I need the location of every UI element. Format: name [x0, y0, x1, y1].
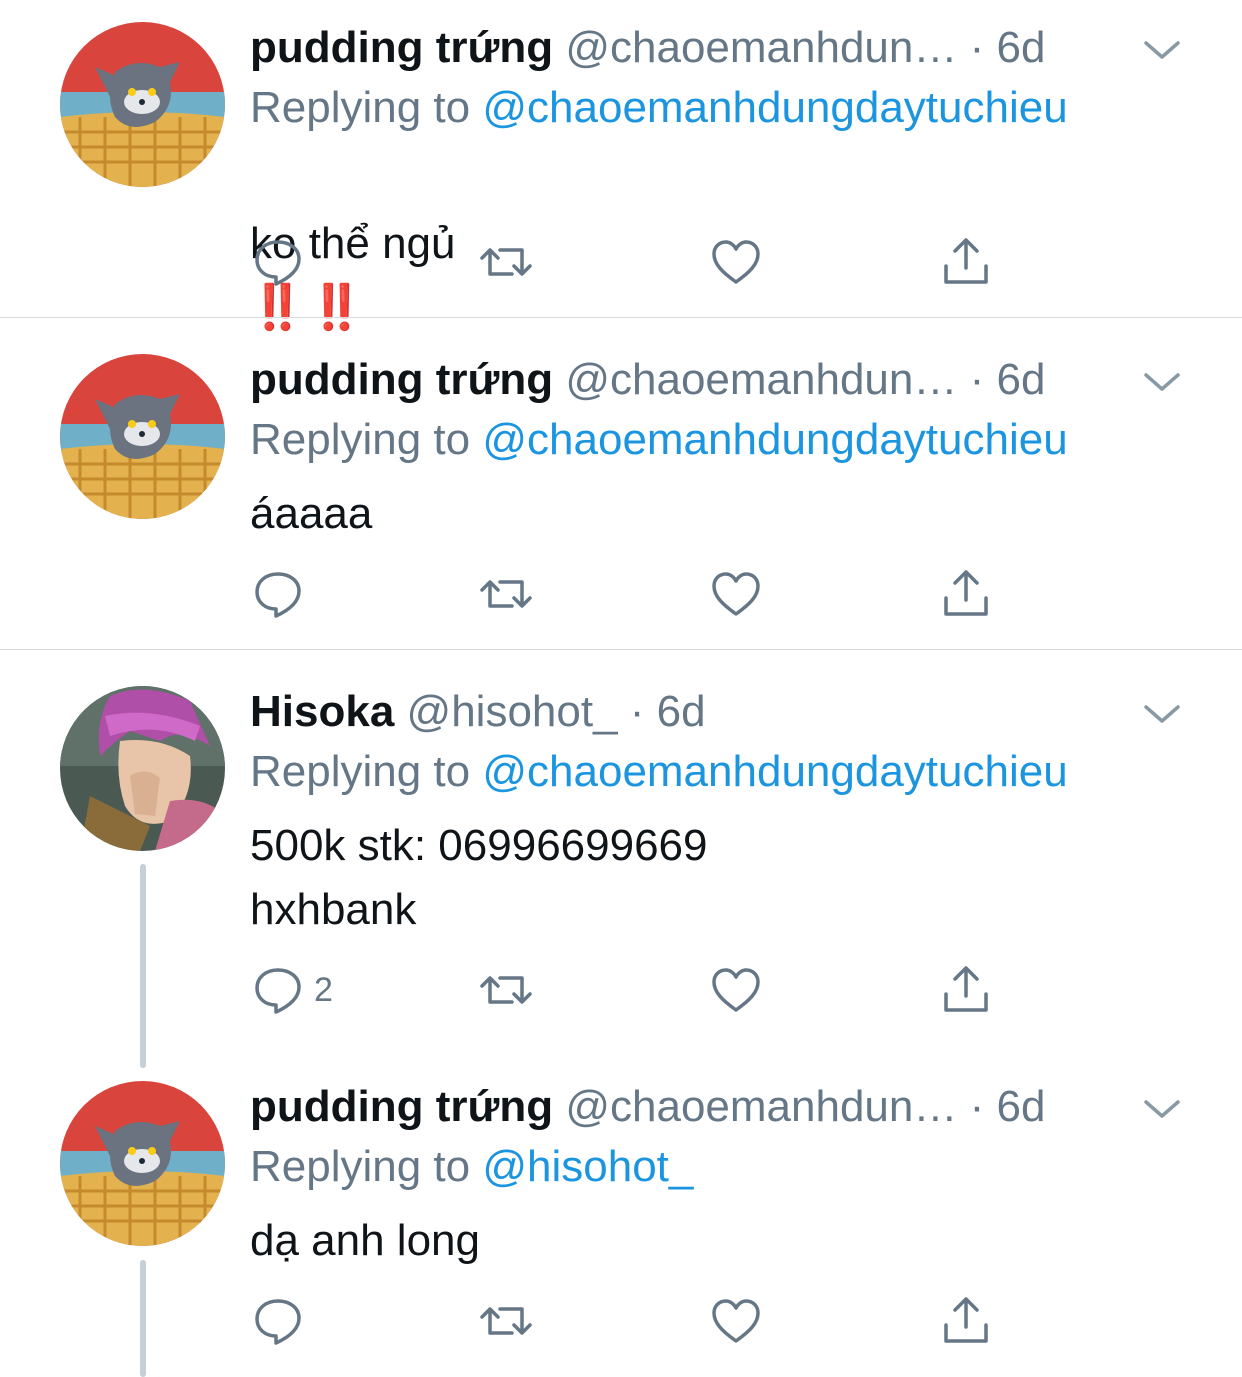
- tweet-actions: [250, 234, 1010, 290]
- retweet-icon: [480, 1307, 532, 1335]
- user-handle[interactable]: @chaoemanhdun…: [565, 23, 957, 72]
- replying-prefix: Replying to: [250, 1142, 483, 1191]
- tweet-text: 500k stk: 06996699669 hxhbank: [250, 821, 708, 934]
- mention-link[interactable]: @hisohot_: [482, 1142, 693, 1191]
- retweet-icon: [480, 580, 532, 608]
- reply-icon: [255, 240, 301, 286]
- tweet[interactable]: Hisoka @hisohot_ · 6d Replying to @chaoe…: [0, 682, 1242, 1042]
- cat-avatar-image: [60, 22, 225, 187]
- share-icon: [944, 238, 988, 284]
- retweet-icon: [480, 248, 532, 276]
- mention-link[interactable]: @chaoemanhdungdaytuchieu: [482, 415, 1067, 464]
- cat-avatar-image: [60, 1081, 225, 1246]
- divider: [0, 317, 1242, 318]
- replying-to: Replying to @chaoemanhdungdaytuchieu: [250, 78, 1068, 138]
- reply-button[interactable]: 2: [250, 962, 333, 1018]
- retweet-button[interactable]: [478, 566, 534, 622]
- timestamp[interactable]: · 6d: [970, 23, 1046, 72]
- tweet-header: pudding trứng @chaoemanhdun… · 6d: [250, 1077, 1130, 1137]
- heart-icon: [712, 240, 760, 284]
- retweet-icon: [480, 976, 532, 1004]
- chevron-down-icon[interactable]: [1140, 1095, 1184, 1123]
- avatar[interactable]: [60, 354, 225, 519]
- user-handle[interactable]: @chaoemanhdun…: [565, 355, 957, 404]
- heart-icon: [712, 572, 760, 616]
- replying-prefix: Replying to: [250, 83, 483, 132]
- replying-to: Replying to @chaoemanhdungdaytuchieu: [250, 742, 1068, 802]
- timestamp[interactable]: · 6d: [630, 687, 706, 736]
- reply-button[interactable]: [250, 234, 314, 290]
- display-name[interactable]: pudding trứng: [250, 1082, 553, 1131]
- replying-to: Replying to @hisohot_: [250, 1137, 693, 1197]
- like-button[interactable]: [708, 234, 764, 290]
- display-name[interactable]: pudding trứng: [250, 355, 553, 404]
- retweet-button[interactable]: [478, 962, 534, 1018]
- tweet-text: dạ anh long: [250, 1216, 480, 1265]
- chevron-down-icon[interactable]: [1140, 36, 1184, 64]
- reply-icon: [255, 1299, 301, 1345]
- tweet-actions: [250, 1293, 1010, 1349]
- thread-connector-line: [140, 864, 146, 1068]
- avatar[interactable]: [60, 22, 225, 187]
- replying-prefix: Replying to: [250, 747, 483, 796]
- mention-link[interactable]: @chaoemanhdungdaytuchieu: [482, 747, 1067, 796]
- share-button[interactable]: [938, 234, 994, 290]
- tweet-header: pudding trứng @chaoemanhdun… · 6d: [250, 18, 1130, 78]
- tweet[interactable]: pudding trứng @chaoemanhdun… · 6d Replyi…: [0, 18, 1242, 332]
- user-handle[interactable]: @chaoemanhdun…: [565, 1082, 957, 1131]
- tweet-actions: [250, 566, 1010, 622]
- hisoka-avatar-image: [60, 686, 225, 851]
- share-icon: [944, 570, 988, 616]
- replying-to: Replying to @chaoemanhdungdaytuchieu: [250, 410, 1068, 470]
- reply-button[interactable]: [250, 566, 314, 622]
- share-button[interactable]: [938, 1293, 994, 1349]
- replying-prefix: Replying to: [250, 415, 483, 464]
- reply-button[interactable]: [250, 1293, 314, 1349]
- share-icon: [944, 966, 988, 1012]
- tweet-header: Hisoka @hisohot_ · 6d: [250, 682, 1130, 742]
- reply-icon: [255, 968, 301, 1014]
- timestamp[interactable]: · 6d: [970, 355, 1046, 404]
- chevron-down-icon[interactable]: [1140, 700, 1184, 728]
- like-button[interactable]: [708, 566, 764, 622]
- avatar[interactable]: [60, 686, 225, 851]
- cat-avatar-image: [60, 354, 225, 519]
- share-button[interactable]: [938, 566, 994, 622]
- thread-connector-line: [140, 1260, 146, 1377]
- like-button[interactable]: [708, 1293, 764, 1349]
- tweet[interactable]: pudding trứng @chaoemanhdun… · 6d Replyi…: [0, 1077, 1242, 1377]
- like-button[interactable]: [708, 962, 764, 1018]
- retweet-button[interactable]: [478, 234, 534, 290]
- reply-count: 2: [314, 970, 333, 1009]
- tweet-header: pudding trứng @chaoemanhdun… · 6d: [250, 350, 1130, 410]
- tweet[interactable]: pudding trứng @chaoemanhdun… · 6d Replyi…: [0, 350, 1242, 648]
- user-handle[interactable]: @hisohot_: [407, 687, 618, 736]
- heart-icon: [712, 968, 760, 1012]
- mention-link[interactable]: @chaoemanhdungdaytuchieu: [482, 83, 1067, 132]
- tweet-text: áaaaa: [250, 489, 373, 538]
- timestamp[interactable]: · 6d: [970, 1082, 1046, 1131]
- divider: [0, 649, 1242, 650]
- retweet-button[interactable]: [478, 1293, 534, 1349]
- double-exclamation-emoji: ‼️ ‼️: [250, 283, 364, 332]
- tweet-actions: 2: [250, 962, 1010, 1018]
- reply-icon: [255, 572, 301, 618]
- share-icon: [944, 1297, 988, 1343]
- heart-icon: [712, 1299, 760, 1343]
- chevron-down-icon[interactable]: [1140, 368, 1184, 396]
- display-name[interactable]: pudding trứng: [250, 23, 553, 72]
- avatar[interactable]: [60, 1081, 225, 1246]
- display-name[interactable]: Hisoka: [250, 687, 394, 736]
- share-button[interactable]: [938, 962, 994, 1018]
